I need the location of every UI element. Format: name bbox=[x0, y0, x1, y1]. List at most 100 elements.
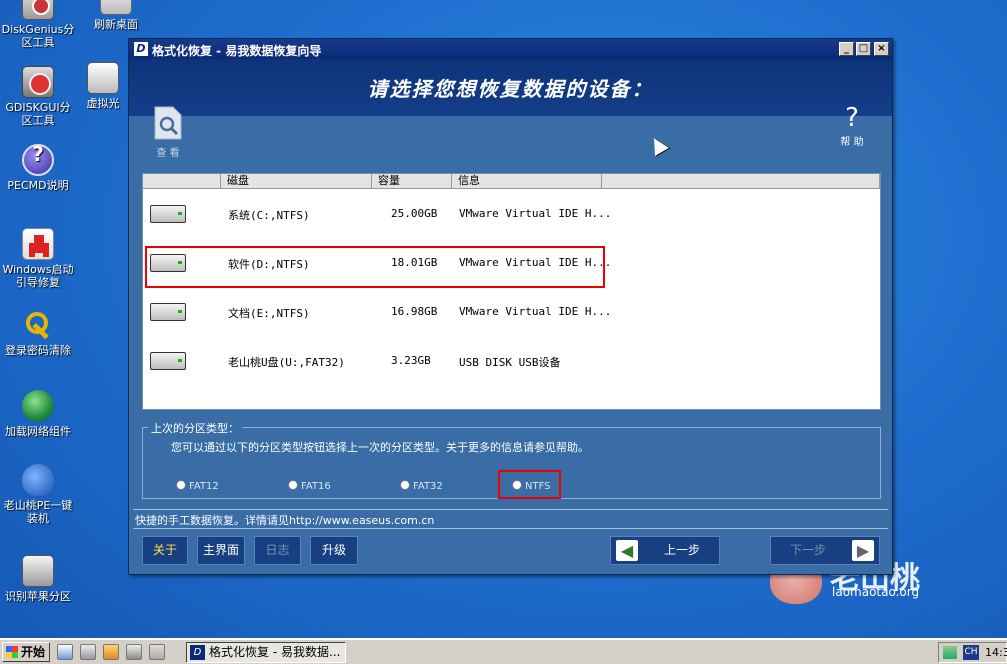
disk-info: VMware Virtual IDE H... bbox=[459, 207, 612, 220]
peach-icon bbox=[22, 464, 54, 496]
key-icon bbox=[22, 309, 54, 341]
system-tray: CH 14:3 bbox=[938, 642, 1007, 663]
desktop-icon-installer[interactable]: 老山桃PE一键装机 bbox=[0, 464, 76, 525]
desktop-icon-password-clear[interactable]: 登录密码清除 bbox=[0, 309, 76, 357]
divider bbox=[133, 528, 888, 529]
help-button[interactable]: ? 帮 助 bbox=[835, 103, 869, 148]
status-text: 快捷的手工数据恢复。详情请见http://www.easeus.com.cn bbox=[135, 514, 435, 527]
page-title: 请选择您想恢复数据的设备： bbox=[367, 77, 654, 101]
disk-size: 3.23GB bbox=[391, 354, 431, 367]
partition-type-group: 上次的分区类型： 您可以通过以下的分区类型按钮选择上一次的分区类型。关于更多的信… bbox=[142, 420, 881, 499]
arrow-left-icon: ◀ bbox=[616, 540, 638, 561]
view-label: 查 看 bbox=[156, 148, 180, 159]
desktop-icon-label: DiskGenius分区工具 bbox=[1, 23, 75, 49]
arrow-right-icon: ▶ bbox=[852, 540, 874, 561]
start-button[interactable]: 开始 bbox=[2, 642, 50, 662]
disk-info: VMware Virtual IDE H... bbox=[459, 305, 612, 318]
recovery-wizard-window: D 格式化恢复 - 易我数据恢复向导 _ □ × 请选择您想恢复数据的设备： 查… bbox=[128, 38, 893, 575]
help-label: 帮 助 bbox=[840, 137, 864, 148]
radio-circle-icon bbox=[176, 480, 186, 490]
quicklaunch-monitor-icon[interactable] bbox=[126, 644, 142, 660]
gdiskgui-icon bbox=[22, 66, 54, 98]
about-button[interactable]: 关于 bbox=[142, 536, 188, 565]
quicklaunch-folder-icon[interactable] bbox=[103, 644, 119, 660]
desktop-icon-pecmd[interactable]: PECMD说明 bbox=[0, 144, 76, 192]
tray-network-icon[interactable] bbox=[943, 646, 957, 659]
desktop-icon-apple-partition[interactable]: 识别苹果分区 bbox=[0, 555, 76, 603]
language-indicator[interactable]: CH bbox=[963, 645, 979, 660]
desktop-icon-network[interactable]: 加载网络组件 bbox=[0, 390, 76, 438]
disk-size: 16.98GB bbox=[391, 305, 438, 318]
prev-button[interactable]: ◀ 上一步 bbox=[610, 536, 720, 565]
taskbar-task-recovery[interactable]: D 格式化恢复 - 易我数据... bbox=[186, 642, 346, 663]
desktop-icon-label: 识别苹果分区 bbox=[5, 590, 71, 603]
desktop-icon-boot-repair[interactable]: Windows启动引导修复 bbox=[0, 228, 76, 289]
column-header-info[interactable]: 信息 bbox=[452, 174, 602, 189]
disk-row-u[interactable]: 老山桃U盘(U:,FAT32) 3.23GB USB DISK USB设备 bbox=[143, 338, 880, 384]
app-icon: D bbox=[190, 645, 205, 660]
radio-circle-icon bbox=[288, 480, 298, 490]
window-title: 格式化恢复 - 易我数据恢复向导 bbox=[152, 44, 322, 58]
disk-name: 文档(E:,NTFS) bbox=[228, 307, 310, 320]
partition-type-description: 您可以通过以下的分区类型按钮选择上一次的分区类型。关于更多的信息请参见帮助。 bbox=[171, 441, 589, 454]
disk-list: 磁盘 容量 信息 系统(C:,NTFS) 25.00GB VMware Virt… bbox=[142, 173, 881, 410]
wizard-header: 请选择您想恢复数据的设备： bbox=[129, 59, 892, 116]
desktop-icon-gdiskgui[interactable]: GDISKGUI分区工具 bbox=[0, 66, 76, 127]
quicklaunch-eraser-icon[interactable] bbox=[149, 644, 165, 660]
desktop-icon-label: GDISKGUI分区工具 bbox=[5, 101, 71, 127]
apple-partition-icon bbox=[22, 555, 54, 587]
column-header-disk[interactable]: 磁盘 bbox=[221, 174, 372, 189]
desktop-icon-label: 老山桃PE一键装机 bbox=[3, 499, 73, 525]
column-header-icon[interactable] bbox=[143, 174, 221, 189]
view-button[interactable]: 查 看 bbox=[151, 105, 185, 159]
desktop-icon-label: 登录密码清除 bbox=[5, 344, 71, 357]
desktop-icon-label: Windows启动引导修复 bbox=[2, 263, 74, 289]
maximize-button[interactable]: □ bbox=[856, 42, 871, 56]
title-bar[interactable]: D 格式化恢复 - 易我数据恢复向导 _ □ × bbox=[129, 39, 892, 59]
log-button[interactable]: 日志 bbox=[254, 536, 301, 565]
refresh-desktop-icon bbox=[100, 0, 132, 15]
disk-row-c[interactable]: 系统(C:,NTFS) 25.00GB VMware Virtual IDE H… bbox=[143, 191, 880, 237]
home-button[interactable]: 主界面 bbox=[197, 536, 245, 565]
quicklaunch-explorer-icon[interactable] bbox=[57, 644, 73, 660]
upgrade-button[interactable]: 升级 bbox=[310, 536, 358, 565]
desktop-icon-virtual-drive[interactable]: 虚拟光 bbox=[78, 62, 128, 110]
radio-circle-icon bbox=[400, 480, 410, 490]
clock[interactable]: 14:3 bbox=[985, 643, 1007, 662]
highlight-box-selected-disk bbox=[145, 246, 605, 288]
radio-fat12[interactable]: FAT12 bbox=[176, 480, 219, 492]
column-header-size[interactable]: 容量 bbox=[372, 174, 452, 189]
next-label: 下一步 bbox=[789, 543, 826, 557]
divider bbox=[133, 509, 888, 510]
desktop-icon-label: 刷新桌面 bbox=[94, 18, 138, 31]
desktop-icon-label: PECMD说明 bbox=[7, 179, 69, 192]
desktop-icon-label: 虚拟光 bbox=[86, 97, 120, 110]
radio-label: FAT12 bbox=[189, 481, 219, 492]
network-globe-icon bbox=[22, 390, 54, 422]
help-question-icon: ? bbox=[845, 103, 859, 133]
help-icon bbox=[22, 144, 54, 176]
radio-fat16[interactable]: FAT16 bbox=[288, 480, 331, 492]
disk-name: 老山桃U盘(U:,FAT32) bbox=[228, 356, 345, 369]
close-button[interactable]: × bbox=[874, 42, 889, 56]
view-icon bbox=[154, 106, 182, 140]
hard-drive-icon bbox=[150, 352, 186, 370]
radio-label: FAT16 bbox=[301, 481, 331, 492]
desktop-icon-refresh[interactable]: 刷新桌面 bbox=[78, 0, 154, 31]
disk-size: 25.00GB bbox=[391, 207, 438, 220]
prev-label: 上一步 bbox=[663, 543, 700, 557]
partition-type-legend: 上次的分区类型： bbox=[148, 420, 242, 436]
virtual-drive-icon bbox=[87, 62, 119, 94]
disk-row-e[interactable]: 文档(E:,NTFS) 16.98GB VMware Virtual IDE H… bbox=[143, 289, 880, 335]
quicklaunch-tools-icon[interactable] bbox=[80, 644, 96, 660]
disk-info: USB DISK USB设备 bbox=[459, 356, 561, 369]
highlight-box-ntfs bbox=[498, 470, 561, 499]
next-button[interactable]: 下一步 ▶ bbox=[770, 536, 880, 565]
hard-drive-icon bbox=[150, 205, 186, 223]
diskgenius-icon bbox=[22, 0, 54, 20]
minimize-button[interactable]: _ bbox=[839, 42, 854, 56]
logo-url: laomaotao.org bbox=[832, 585, 920, 599]
desktop-icon-diskgenius[interactable]: DiskGenius分区工具 bbox=[0, 0, 76, 49]
boot-repair-icon bbox=[22, 228, 54, 260]
radio-fat32[interactable]: FAT32 bbox=[400, 480, 443, 492]
